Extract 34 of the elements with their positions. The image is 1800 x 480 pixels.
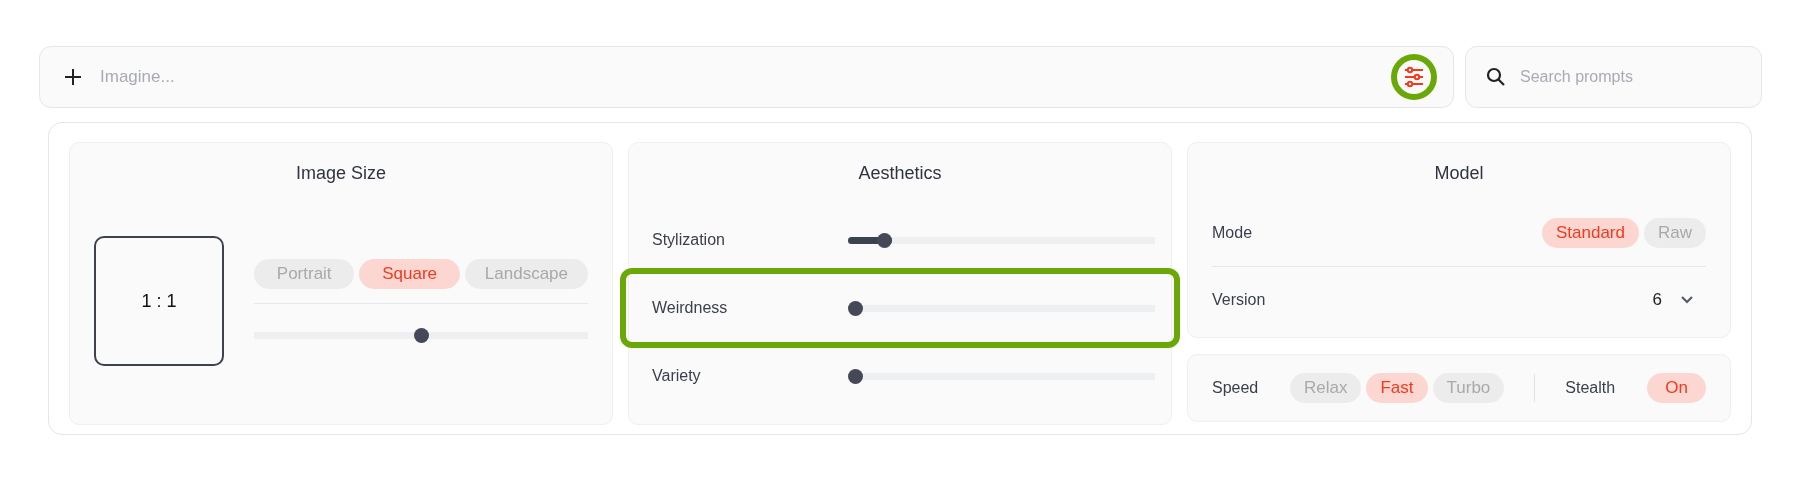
slider-thumb[interactable]	[413, 328, 429, 343]
prompt-bar[interactable]: Imagine...	[39, 46, 1454, 108]
orientation-option[interactable]: Landscape	[464, 259, 588, 289]
search-bar[interactable]: Search prompts	[1465, 46, 1762, 108]
slider-label: Stylization	[652, 231, 726, 249]
version-label: Version	[1212, 291, 1267, 309]
mode-label: Mode	[1212, 224, 1254, 242]
speed-label: Speed	[1212, 379, 1260, 397]
plus-icon[interactable]	[64, 68, 82, 86]
sliders-icon	[1402, 65, 1426, 89]
slider-thumb[interactable]	[848, 300, 863, 316]
slider-thumb[interactable]	[848, 368, 863, 384]
chevron-down-icon	[1680, 295, 1694, 305]
mode-option[interactable]: Raw	[1644, 218, 1706, 248]
slider-thumb[interactable]	[877, 232, 893, 248]
search-icon	[1486, 67, 1506, 87]
stealth-toggle[interactable]: On	[1647, 373, 1706, 403]
orientation-option[interactable]: Portrait	[254, 259, 355, 289]
card-title: Aesthetics	[857, 163, 943, 184]
search-field[interactable]: Search prompts	[1518, 67, 1741, 87]
speed-option[interactable]: Fast	[1366, 373, 1428, 403]
speed-option[interactable]: Relax	[1290, 373, 1362, 403]
prompt-field[interactable]: Imagine...	[98, 66, 1375, 88]
card-title: Image Size	[294, 163, 387, 184]
mode-option[interactable]: Standard	[1542, 218, 1639, 248]
speed-option[interactable]: Turbo	[1432, 373, 1505, 403]
slider-label: Weirdness	[652, 299, 729, 317]
card-title: Model	[1433, 163, 1485, 184]
settings-button[interactable]	[1391, 54, 1437, 100]
slider-label: Variety	[652, 367, 702, 385]
aspect-ratio-preview: 1 : 1	[94, 236, 224, 366]
stealth-label: Stealth	[1565, 379, 1617, 397]
orientation-option[interactable]: Square	[359, 259, 460, 289]
version-dropdown[interactable]: 6	[1652, 290, 1706, 310]
